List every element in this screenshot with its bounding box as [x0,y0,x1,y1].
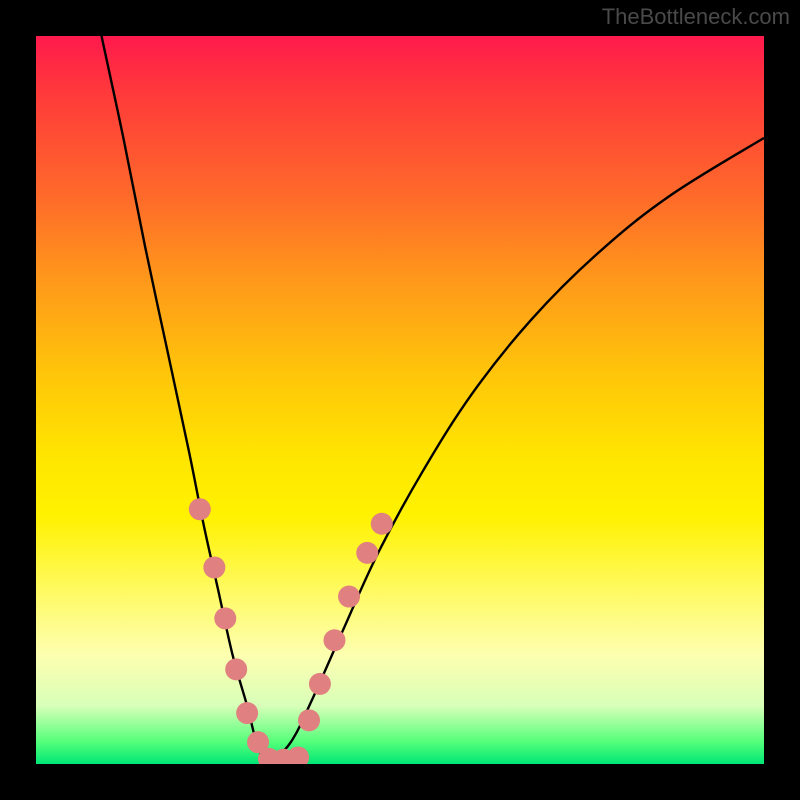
data-marker [298,709,320,731]
marker-group [189,498,393,764]
curve-svg [36,36,764,764]
data-marker [371,513,393,535]
data-marker [203,556,225,578]
watermark-text: TheBottleneck.com [602,4,790,30]
data-marker [338,586,360,608]
data-marker [214,607,236,629]
data-marker [323,629,345,651]
data-marker [287,746,309,764]
data-marker [189,498,211,520]
data-marker [356,542,378,564]
data-marker [309,673,331,695]
right-branch-curve [269,138,764,764]
plot-area [36,36,764,764]
data-marker [236,702,258,724]
chart-container: TheBottleneck.com [0,0,800,800]
data-marker [225,658,247,680]
left-branch-curve [102,36,269,764]
